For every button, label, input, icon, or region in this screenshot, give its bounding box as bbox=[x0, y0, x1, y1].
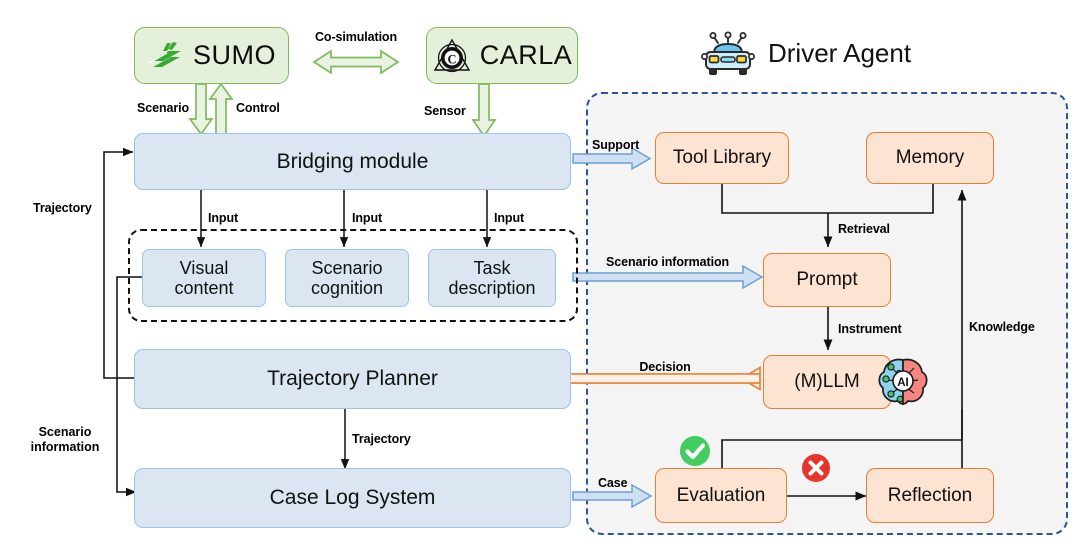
carla-label: CARLA bbox=[479, 40, 573, 71]
control-label: Control bbox=[236, 101, 280, 115]
scenario-cognition-line2: cognition bbox=[310, 278, 384, 298]
cross-circle-icon bbox=[800, 452, 832, 484]
cosimulation-arrow bbox=[312, 49, 400, 75]
sensor-label: Sensor bbox=[424, 104, 466, 118]
bridging-module-label: Bridging module bbox=[276, 149, 429, 173]
retrieval-label: Retrieval bbox=[838, 222, 890, 236]
check-circle-icon bbox=[678, 434, 712, 468]
ai-brain-icon-text: AI bbox=[897, 377, 909, 389]
trajectory-planner-label: Trajectory Planner bbox=[267, 367, 438, 391]
task-description-label: Task description bbox=[448, 258, 535, 298]
input-label-1: Input bbox=[208, 211, 239, 225]
visual-content-label: Visual content bbox=[174, 258, 233, 298]
bridging-module-box[interactable]: Bridging module bbox=[134, 133, 571, 190]
trajectory-label-left: Trajectory bbox=[33, 201, 92, 215]
input-label-3: Input bbox=[494, 211, 525, 225]
trajectory-planner-box[interactable]: Trajectory Planner bbox=[134, 349, 571, 409]
task-description-line2: description bbox=[448, 278, 536, 298]
task-description-line1: Task bbox=[473, 257, 511, 278]
llm-label: (M)LLM bbox=[794, 371, 860, 393]
case-log-system-label: Case Log System bbox=[269, 486, 436, 510]
visual-content-line2: content bbox=[174, 278, 234, 298]
diagram-canvas: SUMO C CARLA Co-simulation Scenario Cont… bbox=[0, 0, 1080, 557]
tool-library-box[interactable]: Tool Library bbox=[655, 132, 789, 184]
trajectory-label-mid: Trajectory bbox=[352, 432, 411, 446]
input-label-2: Input bbox=[352, 211, 383, 225]
svg-text:C: C bbox=[447, 52, 456, 66]
agent-scenario-information-label: Scenario information bbox=[606, 255, 730, 269]
self-driving-car-icon bbox=[700, 29, 756, 79]
visual-content-box[interactable]: Visual content bbox=[142, 249, 266, 307]
carla-logo-icon: C bbox=[432, 37, 472, 75]
scenario-cognition-line1: Scenario bbox=[311, 257, 383, 278]
control-arrow bbox=[208, 82, 234, 135]
knowledge-label: Knowledge bbox=[969, 320, 1035, 334]
instrument-label: Instrument bbox=[838, 322, 902, 336]
evaluation-box[interactable]: Evaluation bbox=[655, 468, 787, 523]
visual-content-line1: Visual bbox=[179, 257, 229, 278]
sensor-arrow bbox=[471, 83, 497, 138]
memory-box[interactable]: Memory bbox=[866, 132, 994, 184]
decision-label: Decision bbox=[639, 360, 691, 374]
sumo-box[interactable]: SUMO bbox=[134, 27, 289, 84]
carla-box[interactable]: C CARLA bbox=[426, 27, 578, 84]
reflection-label: Reflection bbox=[887, 484, 973, 506]
scenario-cognition-label: Scenario cognition bbox=[311, 258, 383, 298]
case-log-system-box[interactable]: Case Log System bbox=[134, 468, 571, 528]
task-description-box[interactable]: Task description bbox=[428, 249, 556, 307]
sumo-logo-icon bbox=[147, 39, 185, 73]
prompt-label: Prompt bbox=[796, 269, 858, 291]
scenario-information-line1: Scenario bbox=[38, 425, 92, 439]
scenario-label: Scenario bbox=[137, 101, 190, 115]
driver-agent-title: Driver Agent bbox=[768, 38, 912, 68]
scenario-arrow bbox=[188, 83, 214, 136]
scenario-information-label-left: Scenario information bbox=[31, 425, 100, 456]
scenario-information-line2: information bbox=[30, 440, 100, 455]
scenario-cognition-box[interactable]: Scenario cognition bbox=[285, 249, 409, 307]
ai-brain-icon: AI bbox=[872, 350, 934, 412]
memory-label: Memory bbox=[895, 147, 965, 169]
cosimulation-label: Co-simulation bbox=[314, 30, 398, 44]
sumo-label: SUMO bbox=[193, 40, 276, 71]
tool-library-label: Tool Library bbox=[672, 147, 772, 169]
case-label: Case bbox=[598, 476, 628, 490]
reflection-box[interactable]: Reflection bbox=[866, 468, 994, 523]
evaluation-label: Evaluation bbox=[676, 484, 766, 506]
prompt-box[interactable]: Prompt bbox=[763, 253, 891, 307]
support-label: Support bbox=[592, 138, 640, 152]
